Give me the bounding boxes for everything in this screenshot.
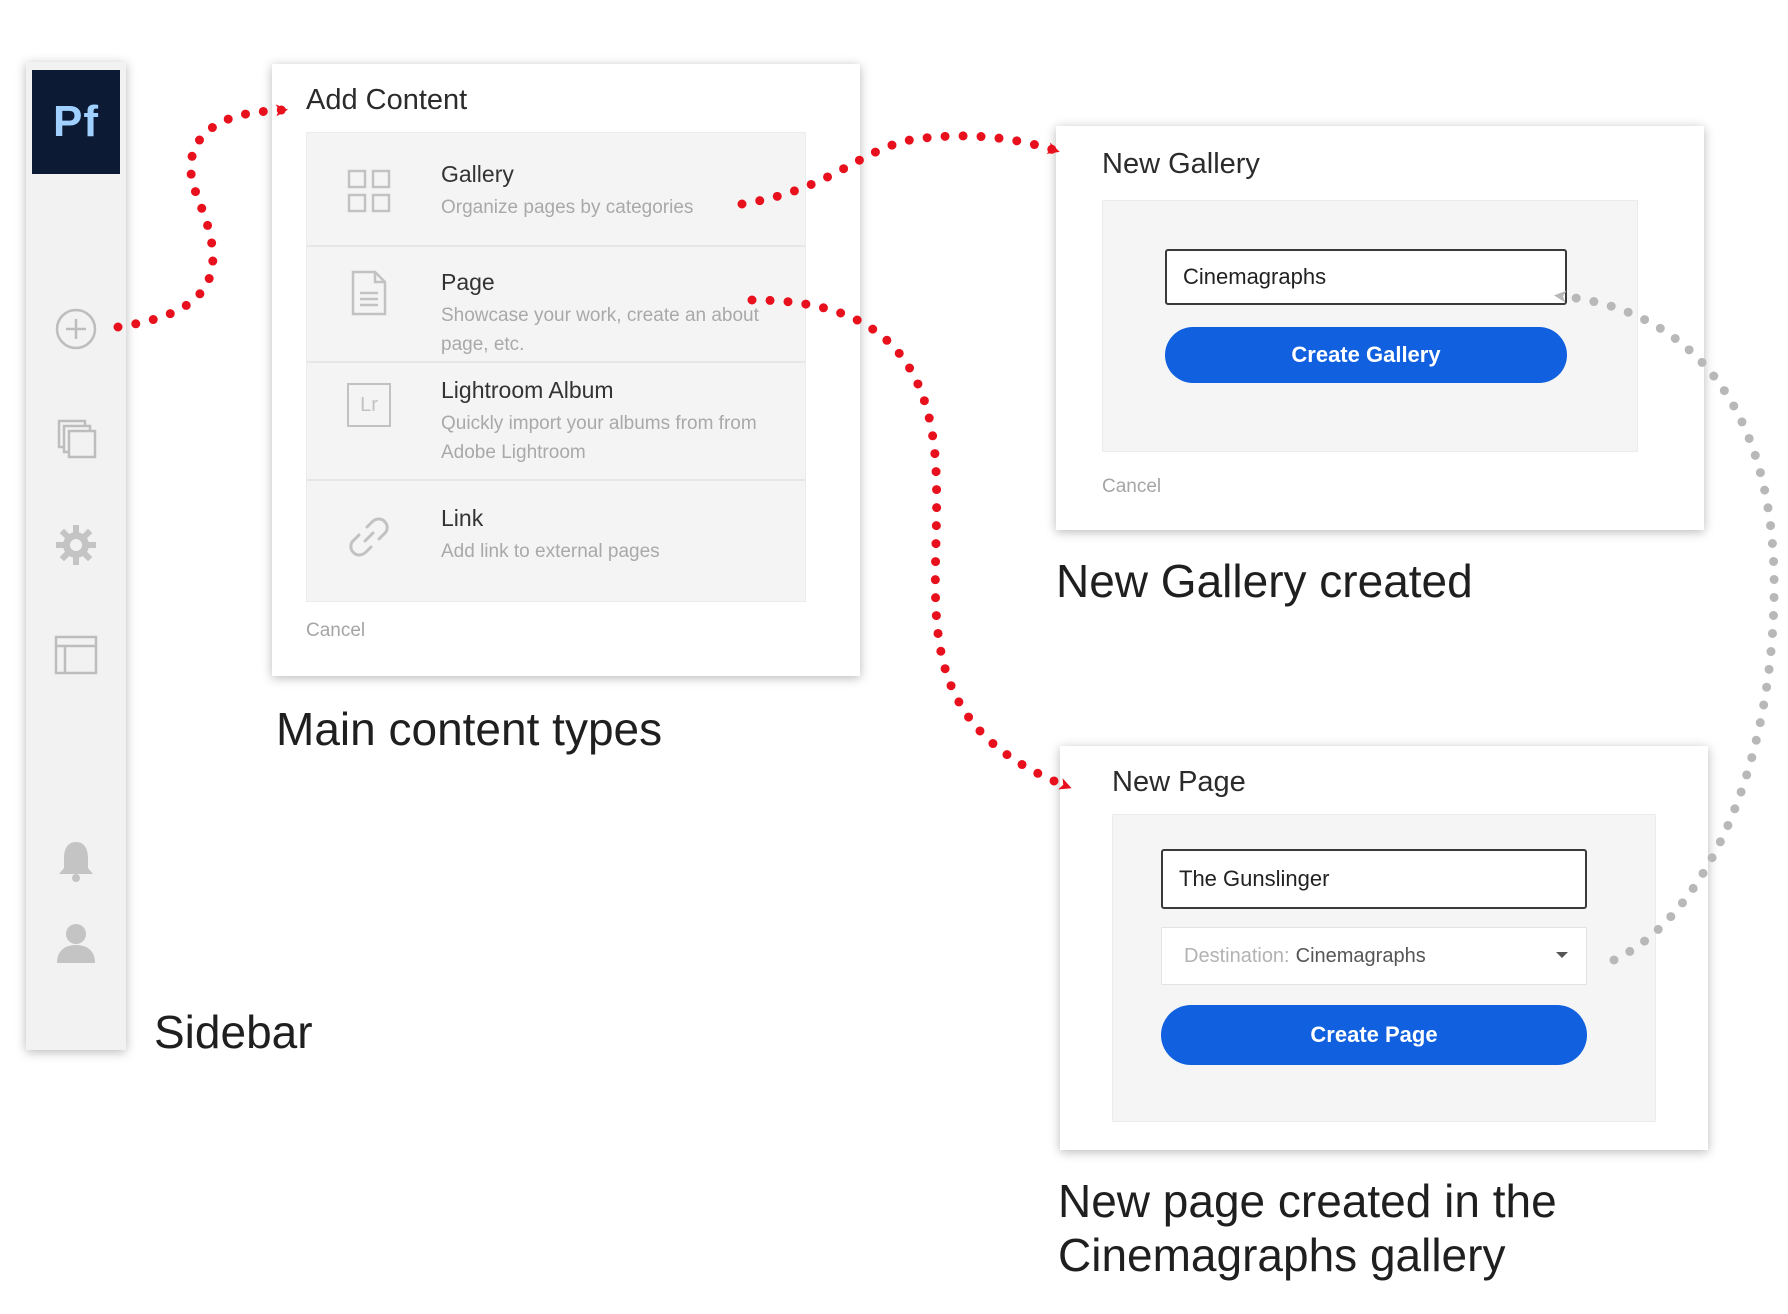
arrow-gallery-to-new-gallery [737, 131, 1060, 209]
arrow-page-to-new-page [747, 295, 1072, 791]
flow-arrows [113, 104, 1779, 965]
arrow-new-page-to-gallery-field [1554, 290, 1779, 965]
arrow-sidebar-to-add-content [113, 104, 288, 332]
